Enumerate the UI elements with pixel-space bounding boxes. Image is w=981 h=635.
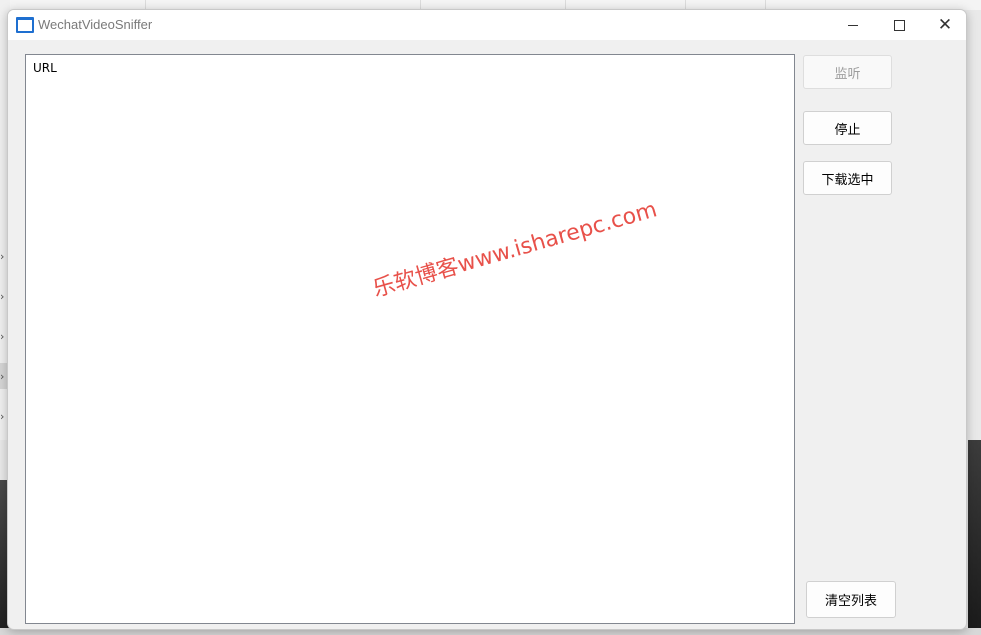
window-title: WechatVideoSniffer (38, 17, 153, 32)
url-list[interactable]: URL (25, 54, 795, 624)
title-bar[interactable]: WechatVideoSniffer ✕ (8, 10, 966, 40)
stop-button[interactable]: 停止 (803, 111, 892, 145)
minimize-button[interactable] (830, 10, 876, 40)
close-button[interactable]: ✕ (922, 10, 966, 40)
minimize-icon (848, 24, 858, 26)
chevron-right-icon: › (0, 290, 5, 303)
maximize-icon (893, 19, 905, 31)
background-image-right (968, 440, 981, 635)
wechat-video-sniffer-window: WechatVideoSniffer ✕ URL 监听 停止 下载选中 清空列表 (7, 9, 967, 630)
maximize-button[interactable] (876, 10, 922, 40)
chevron-right-icon: › (0, 410, 5, 423)
clear-list-button[interactable]: 清空列表 (806, 581, 896, 618)
download-selected-button[interactable]: 下载选中 (803, 161, 892, 195)
app-window-icon (16, 17, 34, 33)
url-column-header[interactable]: URL (33, 61, 57, 75)
chevron-right-icon: › (0, 330, 5, 343)
listen-button[interactable]: 监听 (803, 55, 892, 89)
chevron-right-icon: › (0, 250, 5, 263)
close-icon: ✕ (937, 14, 953, 35)
chevron-right-icon: › (0, 370, 5, 383)
